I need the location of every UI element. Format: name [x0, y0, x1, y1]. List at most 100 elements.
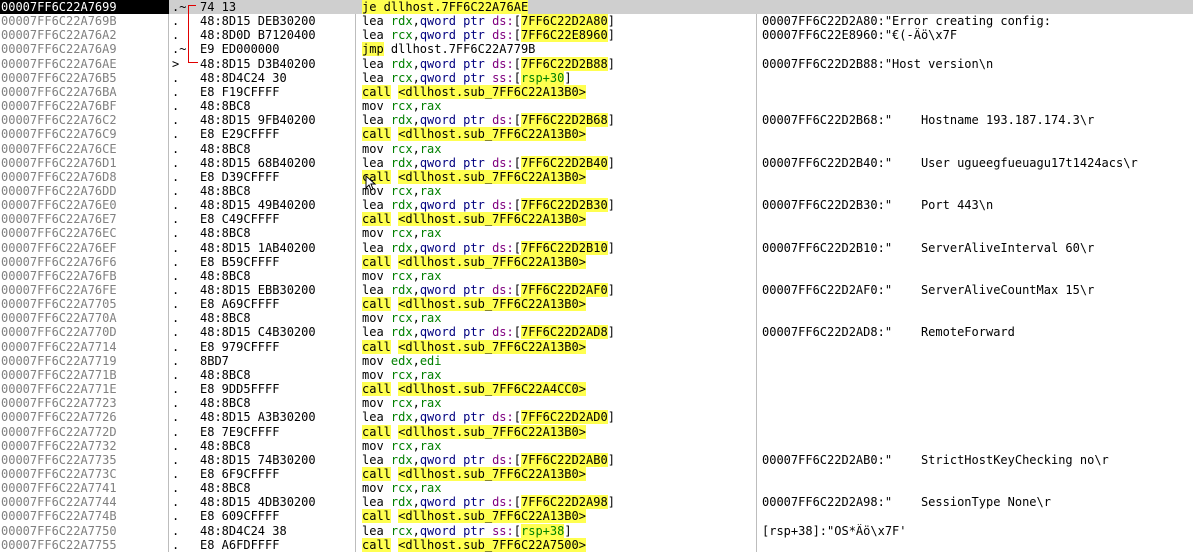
- instruction-token: rcx: [390, 99, 413, 113]
- row-bytes: 48:8BC8: [200, 439, 251, 453]
- disasm-row[interactable]: 00007FF6C22A7735. 48:8D15 74B30200 lea rdx…: [0, 453, 1193, 467]
- row-marker: .: [172, 340, 180, 354]
- disasm-row[interactable]: 00007FF6C22A7755. E8 A6FDFFFF call <dllhos…: [0, 538, 1193, 552]
- disasm-row[interactable]: 00007FF6C22A7723. 48:8BC8 mov rcx,rax: [0, 396, 1193, 410]
- row-address: 00007FF6C22A76DD: [1, 184, 117, 198]
- disasm-row[interactable]: 00007FF6C22A771E. E8 9DD5FFFF call <dllhos…: [0, 382, 1193, 396]
- row-instruction: call <dllhost.sub_7FF6C22A13B0>: [362, 170, 754, 184]
- disasm-row[interactable]: 00007FF6C22A769B. 48:8D15 DEB30200 lea rdx…: [0, 14, 1193, 28]
- instruction-token: ]: [607, 325, 615, 339]
- disasm-row[interactable]: 00007FF6C22A76E7. E8 C49CFFFF call <dllhos…: [0, 212, 1193, 226]
- row-address: 00007FF6C22A7723: [1, 396, 117, 410]
- disasm-row[interactable]: 00007FF6C22A7719. 8BD7 mov edx,edi: [0, 354, 1193, 368]
- instruction-token: rcx: [390, 368, 413, 382]
- disasm-row[interactable]: 00007FF6C22A772D. E8 7E9CFFFF call <dllhos…: [0, 425, 1193, 439]
- disasm-row[interactable]: 00007FF6C22A770D. 48:8D15 C4B30200 lea rdx…: [0, 325, 1193, 339]
- instruction-token: rcx: [390, 71, 413, 85]
- disasm-row[interactable]: 00007FF6C22A7699 .~ 74 13 je dllhost.7FF6C2…: [0, 0, 1193, 14]
- instruction-token: ,: [412, 71, 420, 85]
- disasm-row[interactable]: 00007FF6C22A76CE. 48:8BC8 mov rcx,rax: [0, 142, 1193, 156]
- disasm-row[interactable]: 00007FF6C22A76EC. 48:8BC8 mov rcx,rax: [0, 226, 1193, 240]
- instruction-token: ,: [412, 495, 420, 509]
- instruction-token: call: [362, 297, 391, 311]
- disassembly-view[interactable]: 00007FF6C22A7699 .~ 74 13 je dllhost.7FF6C2…: [0, 0, 1193, 552]
- disasm-row[interactable]: 00007FF6C22A76FB. 48:8BC8 mov rcx,rax: [0, 269, 1193, 283]
- row-bytes: E8 A69CFFFF: [200, 297, 280, 311]
- disasm-row[interactable]: 00007FF6C22A7705. E8 A69CFFFF call <dllhos…: [0, 297, 1193, 311]
- disasm-row[interactable]: 00007FF6C22A76A2. 48:8D0D B7120400 lea rcx…: [0, 28, 1193, 42]
- row-address: 00007FF6C22A76EC: [1, 226, 117, 240]
- instruction-token: ,: [412, 113, 420, 127]
- disasm-row[interactable]: 00007FF6C22A774B. E8 609CFFFF call <dllhos…: [0, 509, 1193, 523]
- disasm-row[interactable]: 00007FF6C22A76A9 .~ E9 ED000000 jmp dllhost…: [0, 42, 1193, 56]
- disasm-row[interactable]: 00007FF6C22A770A. 48:8BC8 mov rcx,rax: [0, 311, 1193, 325]
- row-marker: .: [172, 283, 180, 297]
- instruction-token: call: [362, 382, 391, 396]
- row-instruction: call <dllhost.sub_7FF6C22A13B0>: [362, 297, 754, 311]
- row-comment: 00007FF6C22D2A98:" SessionType None\r: [762, 495, 1051, 509]
- instruction-token: [: [513, 453, 521, 467]
- disasm-row[interactable]: 00007FF6C22A7714. E8 979CFFFF call <dllhos…: [0, 340, 1193, 354]
- disasm-row[interactable]: 00007FF6C22A7744. 48:8D15 4DB30200 lea rdx…: [0, 495, 1193, 509]
- row-marker: .: [172, 453, 180, 467]
- instruction-token: ]: [607, 57, 615, 71]
- disasm-row[interactable]: 00007FF6C22A76FE. 48:8D15 EBB30200 lea rdx…: [0, 283, 1193, 297]
- row-bytes: E8 6F9CFFFF: [200, 467, 280, 481]
- disasm-row[interactable]: 00007FF6C22A76BF. 48:8BC8 mov rcx,rax: [0, 99, 1193, 113]
- disasm-row[interactable]: 00007FF6C22A76D8. E8 D39CFFFF call <dllhos…: [0, 170, 1193, 184]
- instruction-token: edi: [419, 354, 442, 368]
- row-marker: >: [172, 57, 180, 71]
- instruction-token: lea: [362, 241, 391, 255]
- row-instruction: lea rdx,qword ptr ds:[7FF6C22D2B68]: [362, 113, 754, 127]
- row-marker: .: [172, 354, 180, 368]
- row-address: 00007FF6C22A7735: [1, 453, 117, 467]
- disasm-row[interactable]: 00007FF6C22A7741. 48:8BC8 mov rcx,rax: [0, 481, 1193, 495]
- instruction-token: ds:: [492, 57, 514, 71]
- row-address: 00007FF6C22A76D1: [1, 156, 117, 170]
- row-marker: .: [172, 14, 180, 28]
- disasm-row[interactable]: 00007FF6C22A76C2. 48:8D15 9FB40200 lea rdx…: [0, 113, 1193, 127]
- disasm-row[interactable]: 00007FF6C22A76BA. E8 F19CFFFF call <dllhos…: [0, 85, 1193, 99]
- instruction-token: ]: [607, 198, 615, 212]
- disasm-row[interactable]: 00007FF6C22A76B5. 48:8D4C24 30 lea rcx,qwo…: [0, 71, 1193, 85]
- instruction-token: ds:: [492, 410, 514, 424]
- instruction-token: ,: [412, 14, 420, 28]
- row-bytes: 48:8BC8: [200, 481, 251, 495]
- disasm-row[interactable]: 00007FF6C22A7732. 48:8BC8 mov rcx,rax: [0, 439, 1193, 453]
- instruction-token: call: [362, 425, 391, 439]
- instruction-token: rdx: [390, 57, 413, 71]
- disasm-row[interactable]: 00007FF6C22A76F6. E8 B59CFFFF call <dllhos…: [0, 255, 1193, 269]
- row-instruction: call <dllhost.sub_7FF6C22A7500>: [362, 538, 754, 552]
- instruction-token: rcx: [390, 226, 413, 240]
- disasm-row[interactable]: 00007FF6C22A76DD. 48:8BC8 mov rcx,rax: [0, 184, 1193, 198]
- disasm-row[interactable]: 00007FF6C22A7750. 48:8D4C24 38 lea rcx,qwo…: [0, 524, 1193, 538]
- instruction-token: ]: [607, 113, 615, 127]
- instruction-token: ]: [607, 28, 615, 42]
- instruction-token: lea: [362, 57, 391, 71]
- row-bytes: 48:8D15 1AB40200: [200, 241, 316, 255]
- instruction-token: ,: [412, 325, 420, 339]
- disasm-row[interactable]: 00007FF6C22A76C9. E8 E29CFFFF call <dllhos…: [0, 127, 1193, 141]
- disasm-row[interactable]: 00007FF6C22A7726. 48:8D15 A3B30200 lea rdx…: [0, 410, 1193, 424]
- instruction-token: [: [513, 325, 521, 339]
- instruction-token: rcx: [390, 28, 413, 42]
- instruction-token: rax: [419, 396, 442, 410]
- row-marker: .: [172, 255, 180, 269]
- disasm-row[interactable]: 00007FF6C22A771B. 48:8BC8 mov rcx,rax: [0, 368, 1193, 382]
- row-address: 00007FF6C22A76A2: [1, 28, 117, 42]
- disasm-row[interactable]: 00007FF6C22A773C. E8 6F9CFFFF call <dllhos…: [0, 467, 1193, 481]
- row-address: 00007FF6C22A7741: [1, 481, 117, 495]
- row-bytes: E8 C49CFFFF: [200, 212, 280, 226]
- disasm-row[interactable]: 00007FF6C22A76AE >48:8D15 D3B40200 lea rdx…: [0, 57, 1193, 71]
- instruction-token: ,: [412, 184, 420, 198]
- instruction-token: ,: [412, 283, 420, 297]
- row-address: 00007FF6C22A76FB: [1, 269, 117, 283]
- instruction-token: mov: [362, 354, 391, 368]
- disasm-row[interactable]: 00007FF6C22A76D1. 48:8D15 68B40200 lea rdx…: [0, 156, 1193, 170]
- instruction-token: <dllhost.sub_7FF6C22A13B0>: [398, 85, 586, 99]
- disasm-row[interactable]: 00007FF6C22A76EF. 48:8D15 1AB40200 lea rdx…: [0, 241, 1193, 255]
- disasm-row[interactable]: 00007FF6C22A76E0. 48:8D15 49B40200 lea rdx…: [0, 198, 1193, 212]
- mouse-cursor-icon: [365, 175, 377, 191]
- row-address: 00007FF6C22A771B: [1, 368, 117, 382]
- instruction-token: ,: [412, 453, 420, 467]
